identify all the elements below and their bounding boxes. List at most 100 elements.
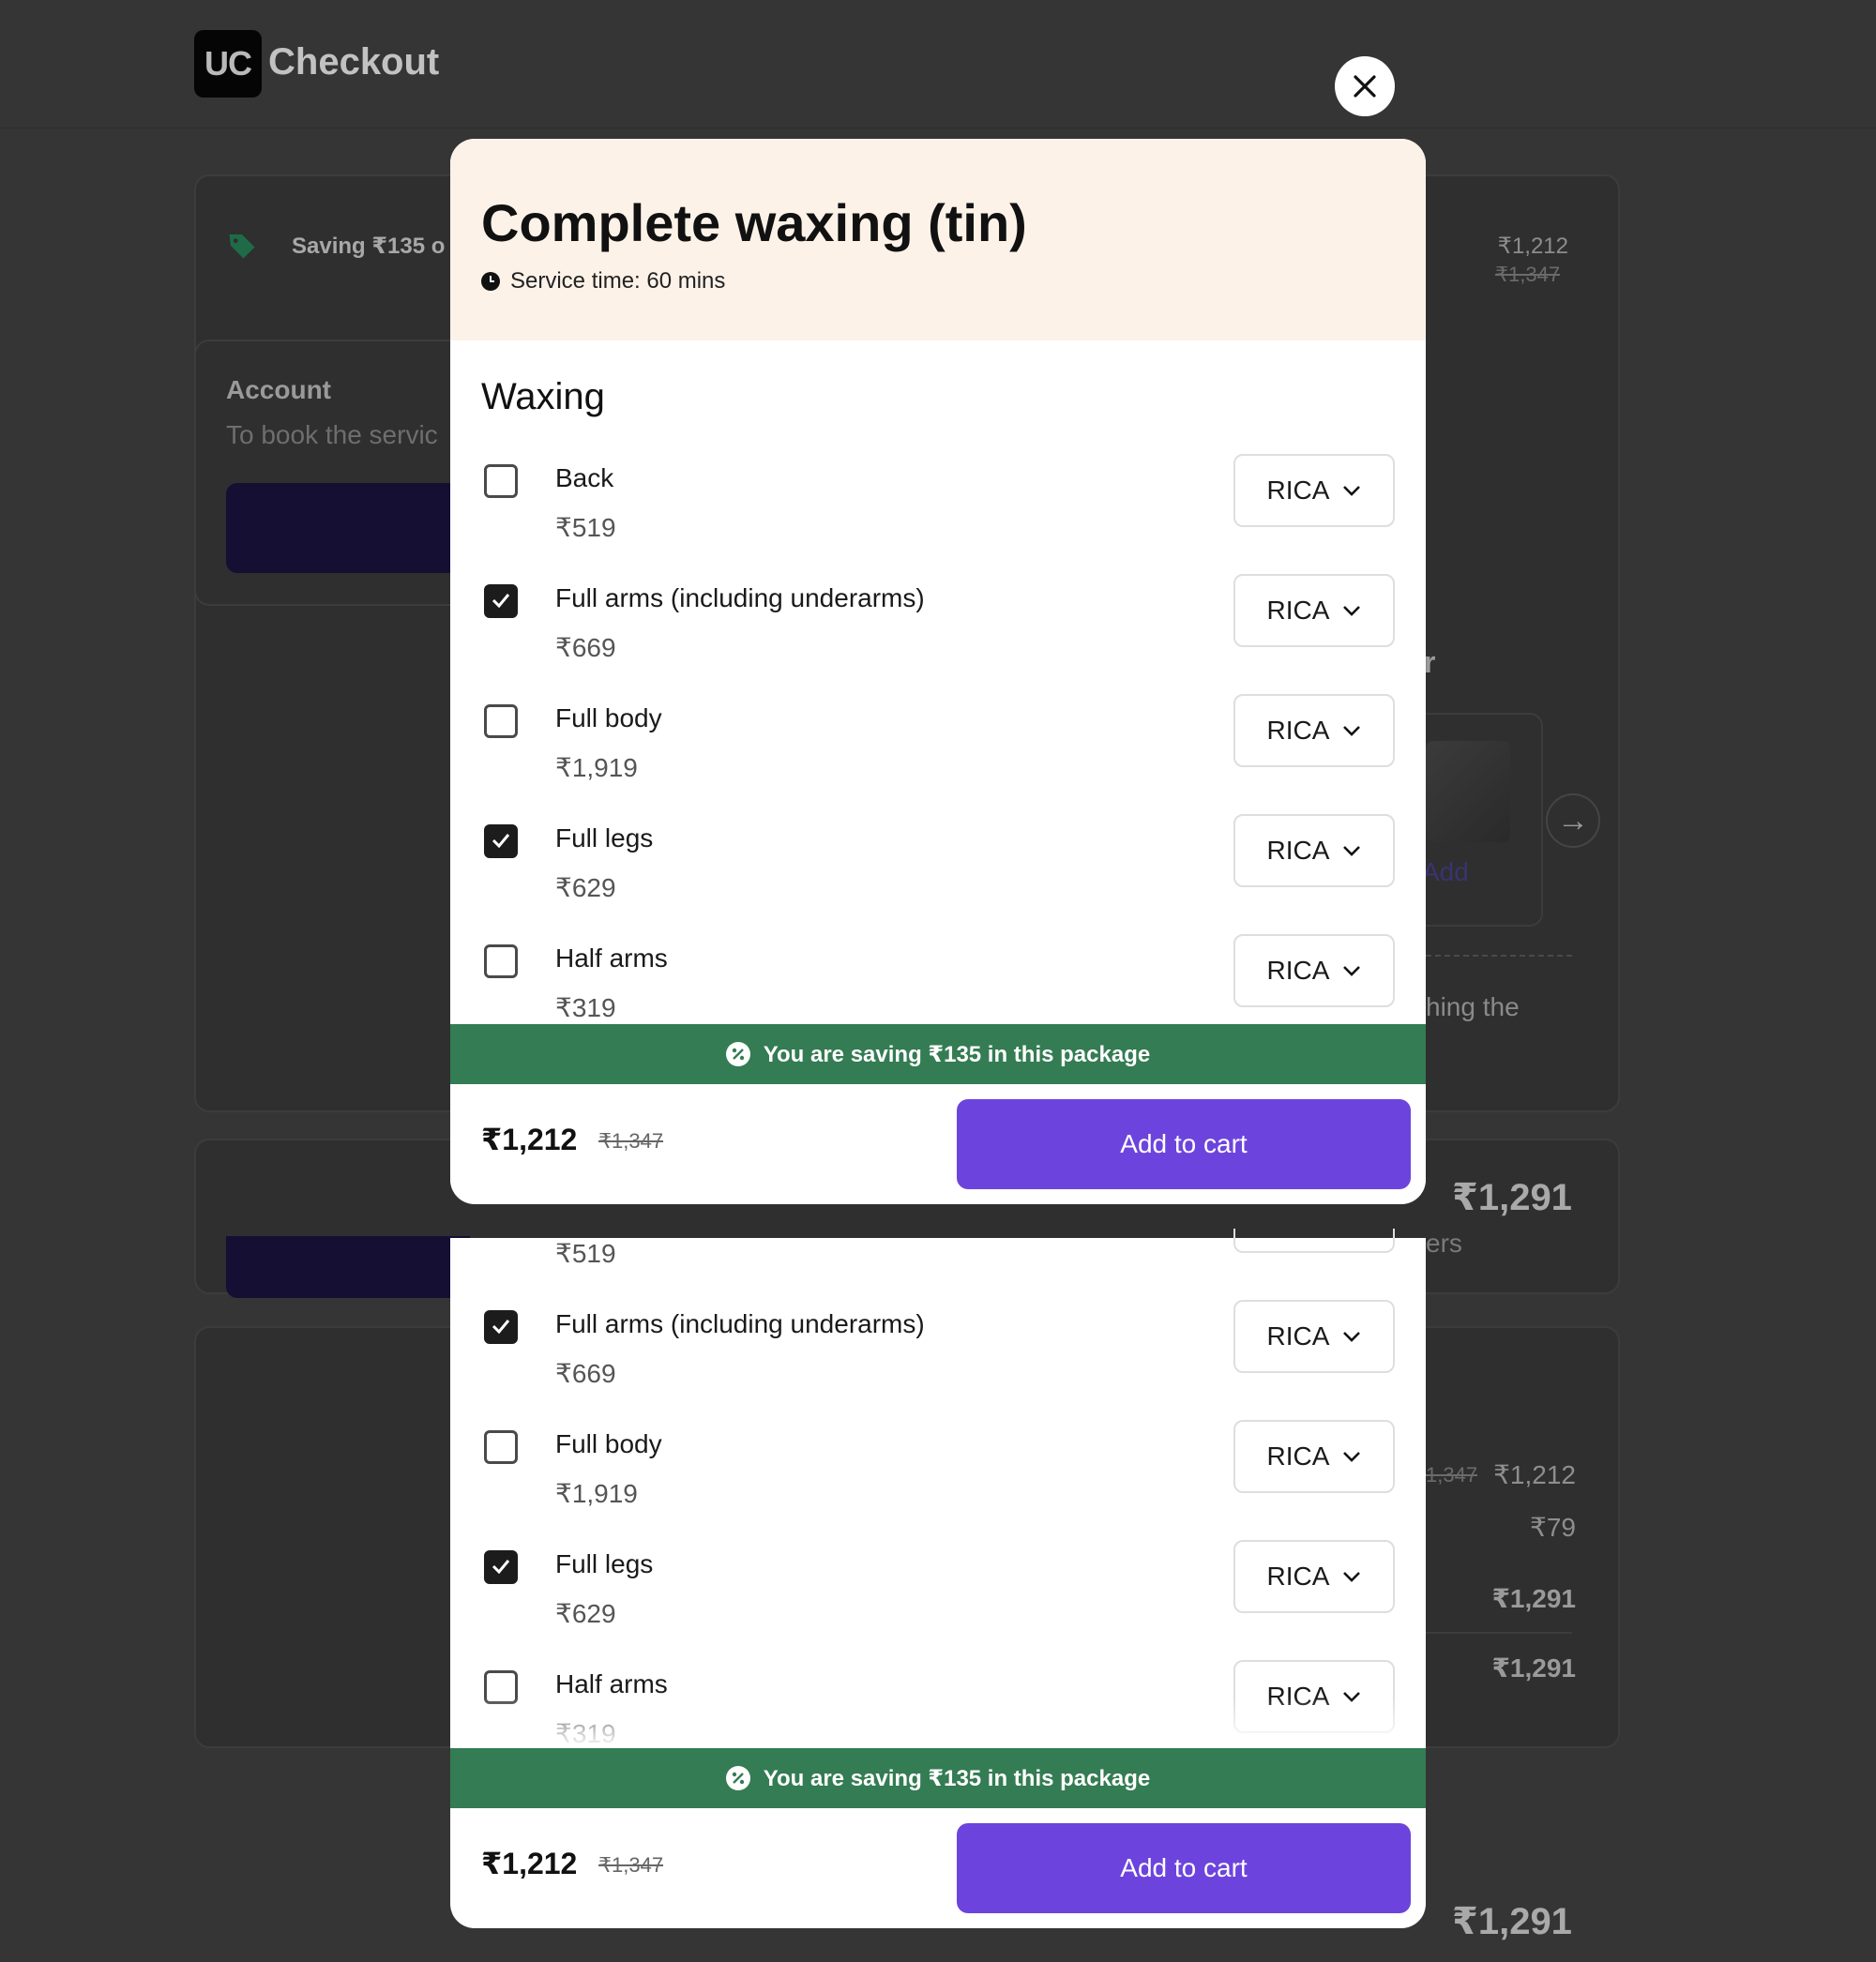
option-name: Full body <box>555 703 662 732</box>
modal-footer: ₹1,212 ₹1,347 Add to cart <box>450 1084 1426 1204</box>
variant-dropdown-partial[interactable] <box>1233 1229 1395 1253</box>
option-checkbox[interactable] <box>484 1310 518 1344</box>
bg-summary-divider <box>1426 1632 1572 1634</box>
total-price: ₹1,212 <box>481 1847 578 1880</box>
option-checkbox[interactable] <box>484 824 518 858</box>
option-row: Full legs ₹629 RICA <box>450 1540 1426 1666</box>
arrow-right-icon[interactable]: → <box>1546 793 1600 848</box>
chevron-down-icon <box>1343 966 1361 976</box>
option-checkbox[interactable] <box>484 584 518 618</box>
bg-bottom-button[interactable] <box>226 1236 470 1298</box>
check-icon <box>492 834 510 848</box>
modal-title: Complete waxing (tin) <box>481 193 1027 252</box>
clock-icon <box>481 272 500 291</box>
option-name: Full arms (including underarms) <box>555 1309 925 1338</box>
bg-summary-item-total: ₹1,212 <box>1493 1460 1576 1489</box>
professional-avatar <box>1426 741 1510 842</box>
variant-dropdown[interactable]: RICA <box>1233 574 1395 647</box>
uc-logo: UC <box>194 30 262 98</box>
chevron-down-icon <box>1343 1572 1361 1582</box>
option-row: Full legs ₹629 RICA <box>450 814 1426 940</box>
add-to-cart-button[interactable]: Add to cart <box>957 1823 1411 1913</box>
bg-summary-strike: 1,347 <box>1426 1463 1478 1487</box>
option-row: Full arms (including underarms) ₹669 RIC… <box>450 574 1426 700</box>
account-title: Account <box>226 375 331 404</box>
chevron-down-icon <box>1343 486 1361 496</box>
bg-others-text: ers <box>1426 1229 1462 1258</box>
option-price: ₹629 <box>555 1599 616 1628</box>
option-checkbox[interactable] <box>484 944 518 978</box>
option-checkbox[interactable] <box>484 464 518 498</box>
option-name: Full body <box>555 1429 662 1458</box>
variant-dropdown[interactable]: RICA <box>1233 1300 1395 1373</box>
saving-banner-repeat: You are saving ₹135 in this package <box>450 1748 1426 1808</box>
page-title: Checkout <box>268 41 440 83</box>
discount-icon <box>725 1042 750 1066</box>
variant-label: RICA <box>1266 475 1330 505</box>
saving-text: You are saving ₹135 in this package <box>763 1765 1151 1791</box>
variant-dropdown[interactable]: RICA <box>1233 694 1395 767</box>
option-checkbox[interactable] <box>484 1430 518 1464</box>
bg-amount-big: ₹1,291 <box>1452 1177 1572 1218</box>
account-subtitle: To book the servic <box>226 420 438 449</box>
variant-label: RICA <box>1266 1441 1330 1471</box>
bg-add-button[interactable]: Add <box>1422 857 1469 887</box>
option-name: Back <box>555 463 614 492</box>
service-time: Service time: 60 mins <box>510 268 726 294</box>
original-price: ₹1,347 <box>598 1853 664 1877</box>
original-price: ₹1,347 <box>598 1129 664 1153</box>
option-price: ₹669 <box>555 633 616 662</box>
variant-dropdown[interactable]: RICA <box>1233 1540 1395 1613</box>
option-price: ₹519 <box>555 1239 616 1268</box>
option-checkbox[interactable] <box>484 704 518 738</box>
variant-dropdown[interactable]: RICA <box>1233 814 1395 887</box>
bg-divider <box>1426 955 1572 957</box>
total-price: ₹1,212 <box>481 1123 578 1156</box>
option-checkbox[interactable] <box>484 1550 518 1584</box>
option-row: Full body ₹1,919 RICA <box>450 1420 1426 1546</box>
option-price: ₹669 <box>555 1359 616 1388</box>
variant-label: RICA <box>1266 956 1330 985</box>
close-button[interactable] <box>1335 56 1395 116</box>
modal-footer-repeat: ₹1,212 ₹1,347 Add to cart <box>450 1808 1426 1928</box>
option-price: ₹319 <box>555 993 616 1022</box>
bg-summary-item-fee: ₹79 <box>1530 1513 1576 1542</box>
repeated-option-list: ₹519 Full arms (including underarms) ₹66… <box>450 1229 1426 1748</box>
option-name: Full legs <box>555 823 654 853</box>
variant-label: RICA <box>1266 836 1330 865</box>
bg-matching-text: hing the <box>1426 992 1520 1021</box>
close-icon <box>1354 75 1376 98</box>
chevron-down-icon <box>1343 606 1361 616</box>
tag-icon <box>229 234 255 259</box>
saving-text: Saving ₹135 o <box>292 234 446 259</box>
chevron-down-icon <box>1343 1332 1361 1342</box>
login-button[interactable] <box>226 483 470 573</box>
check-icon <box>492 594 510 608</box>
variant-dropdown[interactable]: RICA <box>1233 454 1395 527</box>
bg-price-original: ₹1,347 <box>1495 263 1561 286</box>
option-name: Full legs <box>555 1549 654 1578</box>
variant-label: RICA <box>1266 1321 1330 1351</box>
bg-price-current: ₹1,212 <box>1497 234 1568 259</box>
option-row: Full arms (including underarms) ₹669 RIC… <box>450 1300 1426 1426</box>
discount-icon <box>725 1766 750 1790</box>
variant-label: RICA <box>1266 716 1330 745</box>
saving-banner: You are saving ₹135 in this package <box>450 1024 1426 1084</box>
option-price: ₹519 <box>555 513 616 542</box>
chevron-down-icon <box>1343 726 1361 736</box>
chevron-down-icon <box>1343 846 1361 856</box>
chevron-down-icon <box>1343 1452 1361 1462</box>
variant-label: RICA <box>1266 1562 1330 1591</box>
check-icon <box>492 1560 510 1574</box>
add-to-cart-button[interactable]: Add to cart <box>957 1099 1411 1189</box>
option-price: ₹1,919 <box>555 1479 638 1508</box>
bg-summary-item-pay: ₹1,291 <box>1491 1653 1576 1683</box>
option-name: Half arms <box>555 1669 668 1698</box>
variant-dropdown[interactable]: RICA <box>1233 934 1395 1007</box>
bg-summary-item-total2: ₹1,291 <box>1491 1584 1576 1613</box>
variant-dropdown[interactable]: RICA <box>1233 1420 1395 1493</box>
bg-amount-big-bottom: ₹1,291 <box>1452 1901 1572 1942</box>
scroll-fade <box>450 1698 1426 1748</box>
variant-label: RICA <box>1266 596 1330 625</box>
saving-text: You are saving ₹135 in this package <box>763 1041 1151 1067</box>
